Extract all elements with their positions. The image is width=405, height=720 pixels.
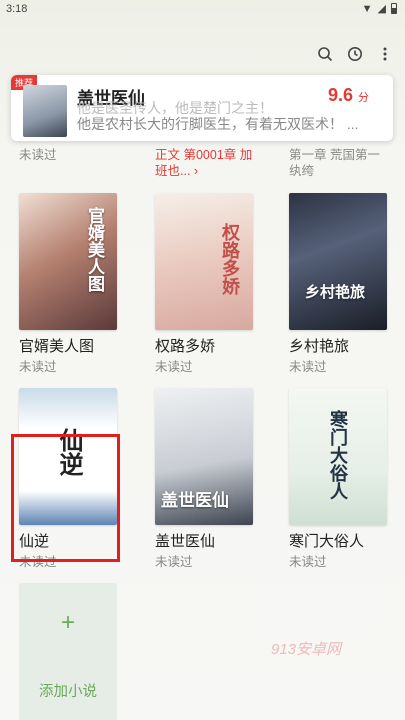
battery-icon [391,3,397,14]
prev-status-3: 第一章 荒国第一纨绔 [289,148,380,178]
book-cover[interactable]: 官婿美人图 [19,193,117,330]
book-cover[interactable]: 寒门大俗人 [289,388,387,525]
watermark: 913安卓网 [271,641,342,658]
cover-title: 寒门大俗人 [328,410,348,500]
prev-status-1: 未读过 [19,148,57,162]
recommend-banner[interactable]: 推荐 盖世医仙 他是医圣传人，他是楚门之主！ 他是农村长大的行脚医生，有着无双医… [11,75,393,141]
book-title: 乡村艳旅 [289,338,350,355]
book-item[interactable]: 权路多娇 权路多娇 未读过 [155,193,255,375]
banner-score: 9.6 分 [328,85,369,106]
cellular-icon: ◢ [377,3,386,15]
add-novel-button[interactable]: + 添加小说 [19,583,117,720]
status-bar: 3:18 ▼ ◢ [0,0,405,20]
cover-title: 乡村艳旅 [305,284,366,301]
book-title: 官婿美人图 [19,338,95,355]
book-item[interactable]: 盖世医仙 盖世医仙 未读过 [155,388,255,570]
banner-desc-line2: 他是农村长大的行脚医生，有着无双医术！ ... [77,116,359,132]
book-item[interactable]: 官婿美人图 官婿美人图 未读过 [19,193,119,375]
book-cover[interactable]: 乡村艳旅 [289,193,387,330]
banner-cover-thumbnail [23,85,67,137]
book-item[interactable]: 寒门大俗人 寒门大俗人 未读过 [289,388,389,570]
score-unit: 分 [358,92,369,104]
score-value: 9.6 [327,85,353,105]
book-item[interactable]: 乡村艳旅 乡村艳旅 未读过 [289,193,389,375]
book-status: 未读过 [289,360,327,374]
more-icon[interactable] [375,44,395,64]
book-status: 未读过 [155,360,193,374]
book-cover[interactable]: 权路多娇 [155,193,253,330]
book-title: 寒门大俗人 [289,533,365,550]
prev-status-2[interactable]: 正文 第0001章 加班也... › [155,147,255,179]
cover-title: 盖世医仙 [161,491,229,510]
search-icon[interactable] [315,44,335,64]
system-icons: ▼ ◢ [362,2,397,15]
book-title: 权路多娇 [155,338,216,355]
signal-icon: ▼ [361,2,373,15]
book-status: 未读过 [19,360,57,374]
book-status: 未读过 [155,555,193,569]
book-title: 盖世医仙 [155,533,216,550]
history-icon[interactable] [345,44,365,64]
plus-icon: + [60,609,75,636]
add-novel-label: 添加小说 [39,684,97,700]
selection-highlight [11,434,120,562]
cover-title: 官婿美人图 [85,207,104,292]
book-cover[interactable]: 盖世医仙 [155,388,253,525]
top-actions [315,44,395,64]
cover-title: 权路多娇 [220,223,240,295]
status-time: 3:18 [6,3,28,15]
book-status: 未读过 [289,555,327,569]
